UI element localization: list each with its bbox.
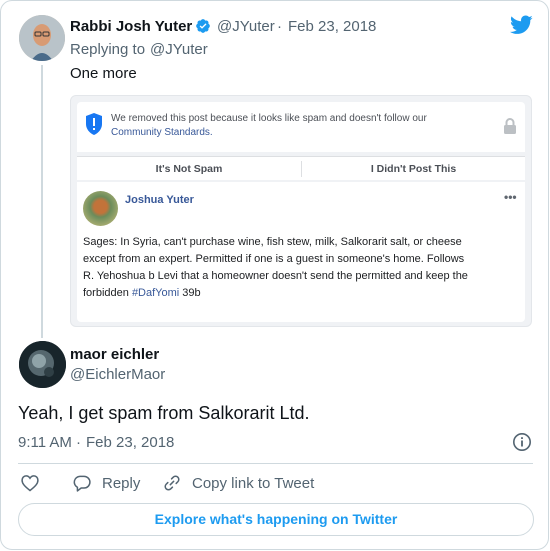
reply-bubble-icon[interactable] (72, 473, 92, 493)
meta-separator: · (277, 18, 282, 35)
removal-notice: We removed this post because it looks li… (77, 102, 525, 152)
post-author-avatar (83, 191, 118, 226)
post-text-fragment: 39b (182, 287, 201, 299)
community-standards-link: Community Standards. (111, 127, 213, 138)
heart-icon[interactable] (20, 473, 40, 493)
its-not-spam-button: It's Not Spam (155, 163, 223, 175)
post-text-line: R. Yehoshua b Levi that a homeowner does… (83, 270, 468, 282)
avatar-portrait (19, 341, 66, 388)
attached-image[interactable]: We removed this post because it looks li… (70, 95, 532, 327)
meta-separator: · (76, 434, 81, 451)
copy-link-button[interactable]: Copy link to Tweet (192, 475, 314, 492)
reply-author-handle[interactable]: @EichlerMaor (70, 366, 165, 383)
twitter-bird-icon[interactable] (510, 15, 533, 35)
avatar-portrait (19, 15, 65, 61)
replying-to-handle[interactable]: @JYuter (150, 41, 208, 58)
lock-icon (504, 118, 516, 134)
avatar-maor-eichler[interactable] (19, 341, 66, 388)
notice-actions: It's Not Spam I Didn't Post This (77, 156, 525, 180)
explore-twitter-button[interactable]: Explore what's happening on Twitter (18, 503, 534, 536)
post-author-name: Joshua Yuter (125, 194, 194, 206)
tweet-date[interactable]: Feb 23, 2018 (288, 18, 376, 35)
author-handle[interactable]: @JYuter (217, 18, 275, 35)
i-didnt-post-this-button: I Didn't Post This (370, 163, 457, 175)
shield-alert-icon (86, 113, 102, 135)
reply-tweet-text: Yeah, I get spam from Salkorarit Ltd. (18, 403, 310, 423)
replying-to-label: Replying to (70, 41, 146, 58)
thread-connector-line (41, 65, 43, 338)
link-icon[interactable] (162, 473, 182, 493)
tweet-text: One more (70, 65, 137, 82)
verified-badge-icon (196, 19, 210, 33)
reply-author-name[interactable]: maor eichler (70, 346, 159, 363)
post-text-fragment: forbidden (83, 287, 129, 299)
notice-text: We removed this post because it looks li… (111, 113, 427, 124)
info-icon[interactable] (512, 432, 532, 452)
reply-button[interactable]: Reply (102, 475, 140, 492)
embedded-tweet-card: Rabbi Josh Yuter @JYuter · Feb 23, 2018 … (0, 0, 549, 550)
reply-tweet-time[interactable]: 9:11 AM (18, 434, 72, 451)
avatar-rabbi-josh-yuter[interactable] (19, 15, 65, 61)
author-name[interactable]: Rabbi Josh Yuter (70, 18, 192, 35)
removed-post: Joshua Yuter ••• Sages: In Syria, can't … (77, 182, 525, 322)
post-text-line: Sages: In Syria, can't purchase wine, fi… (83, 236, 462, 248)
more-options-icon: ••• (504, 190, 517, 204)
post-text-line: except from an expert. Permitted if one … (83, 253, 465, 265)
hashtag-daf-yomi: #DafYomi (131, 287, 180, 299)
divider (18, 463, 533, 464)
reply-tweet-date[interactable]: Feb 23, 2018 (86, 434, 174, 451)
post-text-line-last: forbidden #DafYomi 39b (83, 287, 201, 299)
